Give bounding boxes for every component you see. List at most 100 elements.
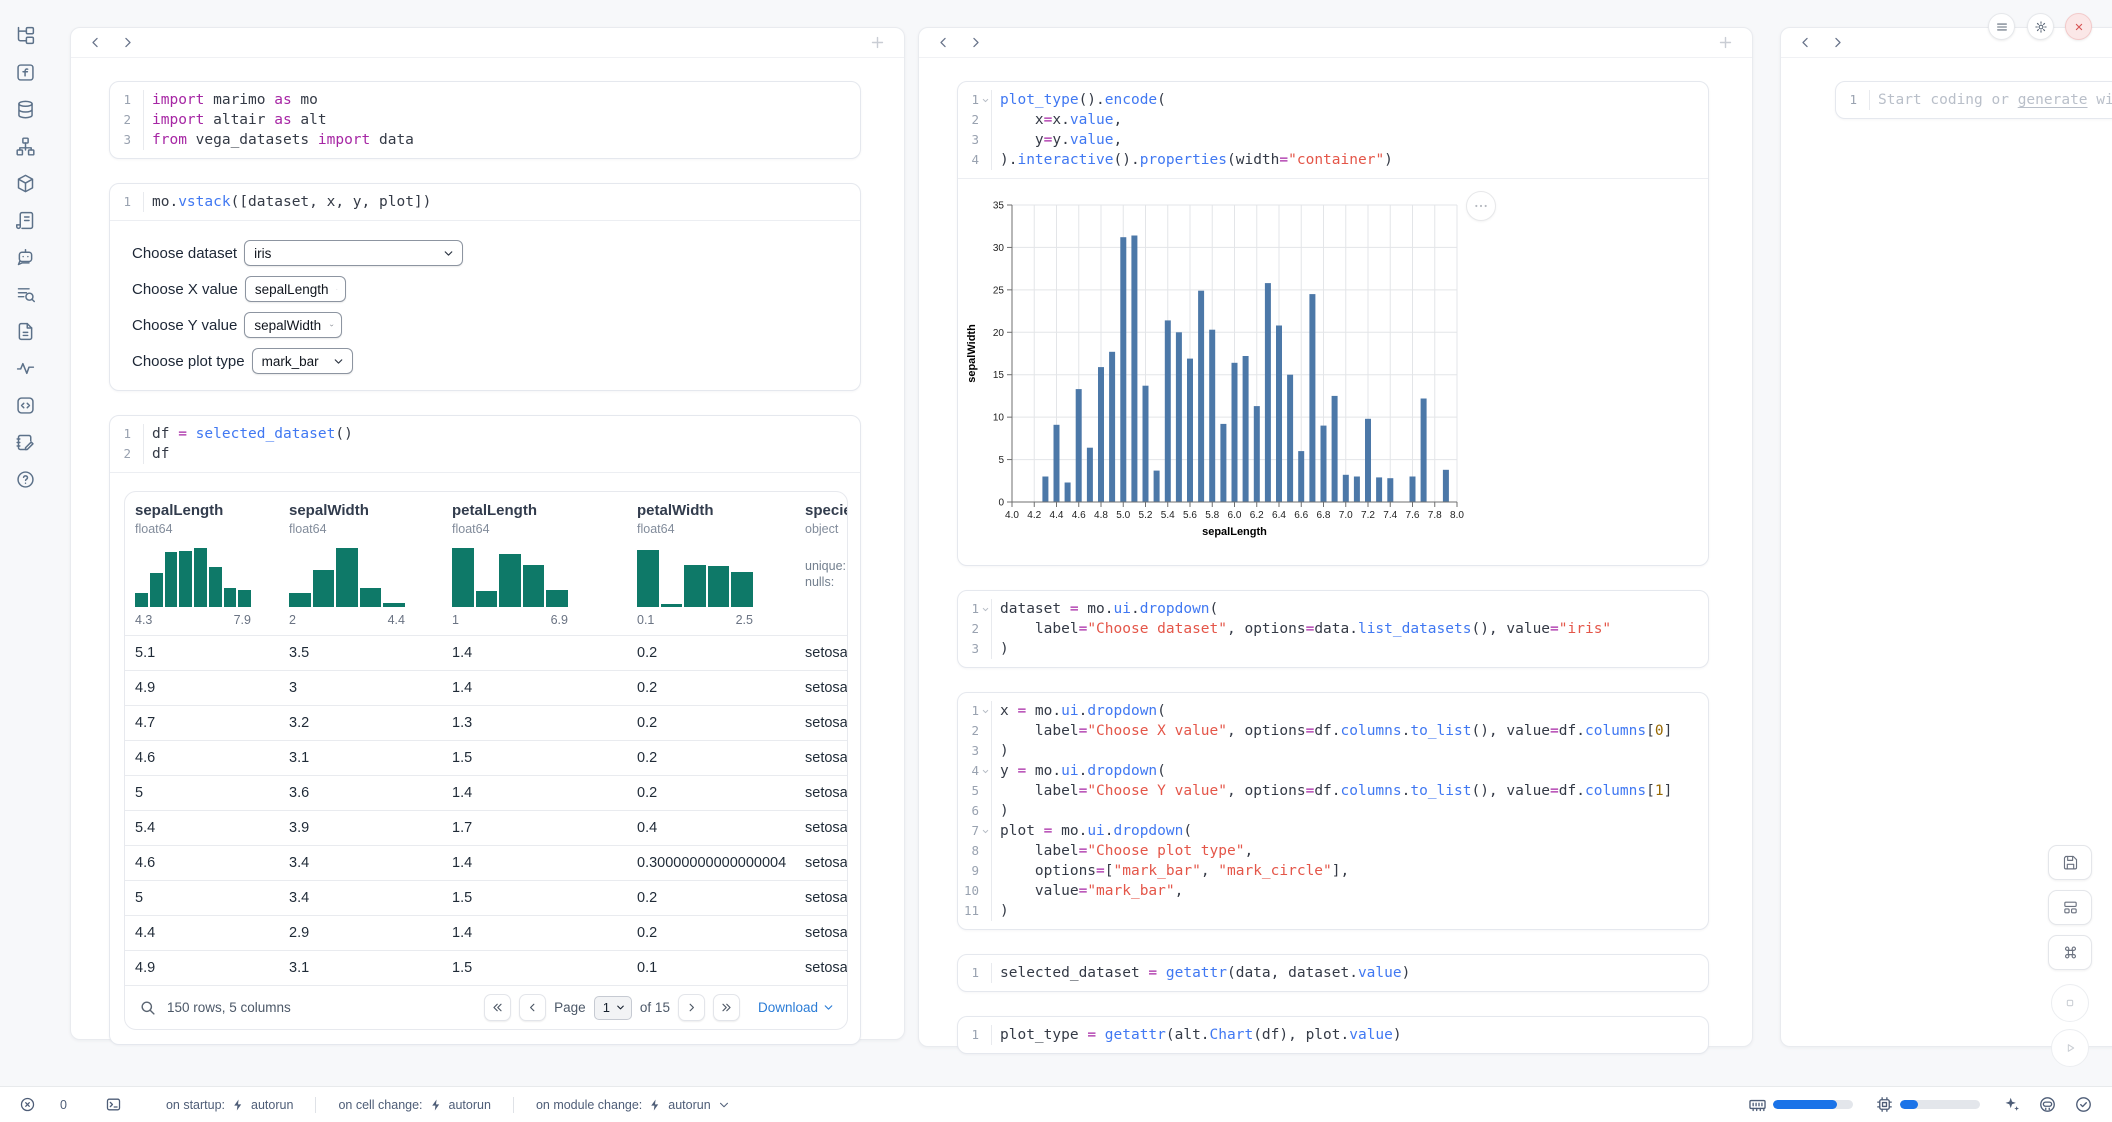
- column-move-left-button[interactable]: [1794, 32, 1816, 54]
- add-column-button[interactable]: [866, 32, 888, 54]
- generate-link[interactable]: generate: [2018, 92, 2088, 108]
- add-column-button[interactable]: [1714, 32, 1736, 54]
- sidebar-scratchpad-button[interactable]: [8, 424, 42, 461]
- column-name[interactable]: petalWidth: [637, 502, 795, 519]
- table-row[interactable]: 5.43.91.70.4setosa: [125, 810, 847, 845]
- table-cell: 1.7: [442, 811, 627, 845]
- first-page-button[interactable]: [484, 994, 511, 1021]
- sidebar-file-tree-button[interactable]: [8, 17, 42, 54]
- column-move-right-button[interactable]: [964, 32, 986, 54]
- sidebar-dependency-graph-button[interactable]: [8, 128, 42, 165]
- table-row[interactable]: 4.93.11.50.1setosa: [125, 950, 847, 985]
- column-move-right-button[interactable]: [116, 32, 138, 54]
- on-module-change-setting[interactable]: on module change: autorun: [536, 1098, 731, 1112]
- command-palette-button[interactable]: [2048, 935, 2092, 970]
- code-line: 3 from vega_datasets import data: [110, 130, 860, 150]
- code-editor[interactable]: 1 selected_dataset = getattr(data, datas…: [958, 955, 1708, 991]
- fold-icon[interactable]: [981, 96, 990, 105]
- notebook-menu-button[interactable]: [1988, 13, 2015, 40]
- sidebar-snippets-button[interactable]: [8, 313, 42, 350]
- fold-icon[interactable]: [981, 827, 990, 836]
- table-row[interactable]: 4.63.41.40.30000000000000004setosa: [125, 845, 847, 880]
- sidebar-database-button[interactable]: [8, 91, 42, 128]
- sidebar-chat-button[interactable]: [8, 239, 42, 276]
- sidebar-function-button[interactable]: [8, 54, 42, 91]
- column-move-left-button[interactable]: [932, 32, 954, 54]
- code-editor[interactable]: 1 x = mo.ui.dropdown( 2 label="Choose X …: [958, 693, 1708, 929]
- choose-x-value-select[interactable]: sepalLength: [245, 276, 346, 302]
- table-row[interactable]: 53.41.50.2setosa: [125, 880, 847, 915]
- dots-icon: [1473, 198, 1489, 214]
- table-row[interactable]: 53.61.40.2setosa: [125, 775, 847, 810]
- sidebar-package-button[interactable]: [8, 165, 42, 202]
- table-cell: setosa: [795, 811, 848, 845]
- sidebar-doc-search-button[interactable]: [8, 276, 42, 313]
- run-button[interactable]: [2051, 1029, 2089, 1067]
- column-type: float64: [135, 522, 279, 536]
- altair-bar-chart[interactable]: 051015202530354.04.24.44.64.85.05.25.45.…: [962, 180, 1706, 564]
- error-indicator[interactable]: [19, 1096, 36, 1113]
- copilot-icon[interactable]: [2038, 1095, 2057, 1114]
- column-name[interactable]: species: [805, 502, 848, 519]
- table-cell: 5.1: [125, 636, 279, 670]
- fold-icon[interactable]: [981, 605, 990, 614]
- memory-icon: [1748, 1095, 1767, 1114]
- table-row[interactable]: 4.931.40.2setosa: [125, 670, 847, 705]
- last-page-button[interactable]: [713, 994, 740, 1021]
- next-page-button[interactable]: [678, 994, 705, 1021]
- stop-button[interactable]: [2051, 984, 2089, 1022]
- chart-menu-button[interactable]: [1466, 191, 1496, 221]
- help-icon: [15, 469, 36, 490]
- column-move-left-button[interactable]: [84, 32, 106, 54]
- sidebar-logs-button[interactable]: [8, 202, 42, 239]
- code-line: 7 plot = mo.ui.dropdown(: [958, 821, 1708, 841]
- table-row[interactable]: 4.42.91.40.2setosa: [125, 915, 847, 950]
- table-cell: setosa: [795, 881, 848, 915]
- choose-plot-type-select[interactable]: mark_bar: [252, 348, 353, 374]
- sparkles-icon[interactable]: [2002, 1095, 2021, 1114]
- sidebar-help-button[interactable]: [8, 461, 42, 498]
- page-label: Page: [554, 1000, 586, 1015]
- terminal-button[interactable]: [105, 1096, 122, 1113]
- code-editor[interactable]: 1 dataset = mo.ui.dropdown( 2 label="Cho…: [958, 591, 1708, 667]
- settings-button[interactable]: [2027, 13, 2054, 40]
- chevron-down-icon: [336, 283, 337, 296]
- sidebar-code-button[interactable]: [8, 387, 42, 424]
- save-button[interactable]: [2048, 845, 2092, 880]
- fold-icon[interactable]: [981, 767, 990, 776]
- table-row[interactable]: 4.63.11.50.2setosa: [125, 740, 847, 775]
- code-line: 2 label="Choose dataset", options=data.l…: [958, 619, 1708, 639]
- choose-dataset-select[interactable]: iris: [244, 240, 463, 266]
- svg-text:4.0: 4.0: [1005, 510, 1019, 521]
- code-editor[interactable]: 1 plot_type = getattr(alt.Chart(df), plo…: [958, 1017, 1708, 1053]
- column-name[interactable]: petalLength: [452, 502, 627, 519]
- fold-icon[interactable]: [981, 707, 990, 716]
- on-startup-setting[interactable]: on startup: autorun: [166, 1098, 293, 1112]
- code-editor[interactable]: 1 Start coding or generate with AI: [1836, 82, 2112, 118]
- sidebar-tracing-button[interactable]: [8, 350, 42, 387]
- table-row[interactable]: 5.13.51.40.2setosa: [125, 635, 847, 670]
- connection-status-icon[interactable]: [2074, 1095, 2093, 1114]
- column-name[interactable]: sepalWidth: [289, 502, 442, 519]
- database-icon: [15, 99, 36, 120]
- code-line: 2 import altair as alt: [110, 110, 860, 130]
- control-row: Choose Y value sepalWidth: [132, 312, 838, 338]
- column-move-right-button[interactable]: [1826, 32, 1848, 54]
- table-row[interactable]: 4.73.21.30.2setosa: [125, 705, 847, 740]
- column-name[interactable]: sepalLength: [135, 502, 279, 519]
- download-button[interactable]: Download: [758, 1000, 835, 1015]
- search-icon[interactable]: [139, 999, 156, 1016]
- svg-text:7.6: 7.6: [1406, 510, 1420, 521]
- code-editor[interactable]: 1 mo.vstack([dataset, x, y, plot]): [110, 184, 860, 220]
- code-editor[interactable]: 1 plot_type().encode( 2 x=x.value, 3 y=y…: [958, 82, 1708, 178]
- page-select[interactable]: 1: [594, 996, 632, 1020]
- code-editor[interactable]: 1 import marimo as mo 2 import altair as…: [110, 82, 860, 158]
- shutdown-button[interactable]: [2065, 13, 2092, 40]
- prev-page-button[interactable]: [519, 994, 546, 1021]
- control-label: Choose X value: [132, 281, 238, 298]
- code-editor[interactable]: 1 df = selected_dataset() 2 df: [110, 416, 860, 472]
- layout-button[interactable]: [2048, 890, 2092, 925]
- on-cell-change-setting[interactable]: on cell change: autorun: [338, 1098, 491, 1112]
- code-line: 1 plot_type().encode(: [958, 90, 1708, 110]
- choose-y-value-select[interactable]: sepalWidth: [244, 312, 342, 338]
